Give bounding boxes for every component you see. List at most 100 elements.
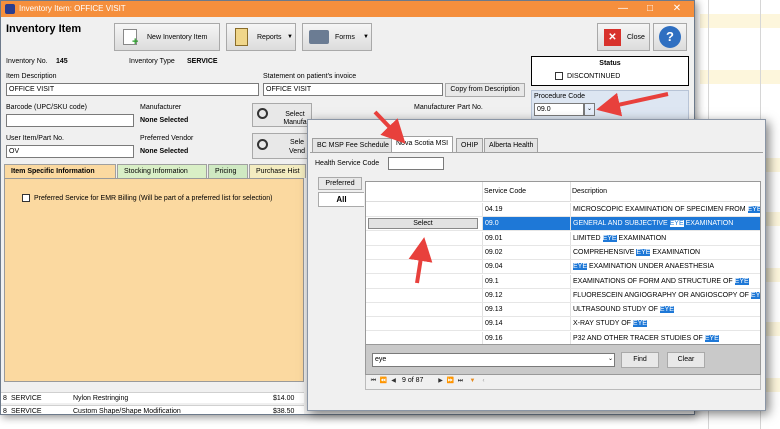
- inventory-no-value: 145: [56, 58, 68, 65]
- search-icon: [257, 108, 268, 119]
- side-tab-all[interactable]: All: [318, 192, 364, 207]
- description-cell: ULTRASOUND STUDY OF EYE: [570, 303, 760, 317]
- previous-page-icon[interactable]: ◀: [389, 377, 398, 386]
- statement-field[interactable]: OFFICE VISIT: [263, 83, 443, 96]
- chevron-down-icon: ▼: [363, 34, 369, 40]
- bg-band: [700, 70, 780, 84]
- scroll-left-icon[interactable]: ‹: [479, 377, 488, 386]
- grid-row[interactable]: 09.16 P32 AND OTHER TRACER STUDIES OF EYE: [366, 331, 760, 344]
- clear-button[interactable]: Clear: [667, 352, 705, 368]
- row-number: 8: [3, 408, 7, 415]
- minimize-button[interactable]: —: [610, 1, 636, 17]
- header-divider: [482, 182, 483, 202]
- select-vendor-button[interactable]: Sele Vend: [252, 133, 308, 159]
- preferred-vendor-value: None Selected: [140, 148, 189, 155]
- tab-bc-msp-fee-schedule[interactable]: BC MSP Fee Schedule: [312, 138, 394, 152]
- app-icon: [5, 4, 15, 14]
- search-highlight: EYE: [632, 320, 647, 328]
- grid-header: Service Code Description: [366, 182, 760, 202]
- title-bar: Inventory Item: OFFICE VISIT — □ ✕: [1, 1, 694, 17]
- description-text: EXAMINATION: [616, 234, 667, 242]
- preferred-service-checkbox[interactable]: [22, 194, 30, 202]
- last-page-icon[interactable]: ⏭: [456, 377, 465, 386]
- item-specific-information-panel: Preferred Service for EMR Billing (Will …: [4, 178, 304, 382]
- item-description-field[interactable]: OFFICE VISIT: [6, 83, 259, 96]
- side-tab-preferred[interactable]: Preferred: [318, 177, 362, 190]
- table-row[interactable]: 8 SERVICE Nylon Restringing $14.00: [1, 392, 304, 403]
- search-input[interactable]: eye: [372, 353, 615, 367]
- forms-button[interactable]: Forms ▼: [302, 23, 372, 51]
- close-icon: ✕: [604, 29, 621, 46]
- page-title: Inventory Item: [6, 23, 82, 35]
- close-button[interactable]: ✕ Close: [597, 23, 650, 51]
- next-set-icon[interactable]: ⏩: [446, 377, 455, 386]
- description-text: MICROSCOPIC EXAMINATION OF SPECIMEN FROM: [573, 206, 748, 213]
- description-cell: EXAMINATIONS OF FORM AND STRUCTURE OF EY…: [570, 274, 760, 288]
- status-box: Status DISCONTINUED: [531, 56, 689, 86]
- reports-label: Reports: [257, 34, 282, 41]
- first-page-icon[interactable]: ⏮: [369, 377, 378, 386]
- grid-row[interactable]: 09.12 FLUORESCEIN ANGIOGRAPHY OR ANGIOSCO…: [366, 288, 760, 303]
- barcode-field[interactable]: [6, 114, 134, 127]
- tab-item-specific-information[interactable]: Item Specific Information: [4, 164, 116, 179]
- description-text: P32 AND OTHER TRACER STUDIES OF: [573, 334, 705, 342]
- grid-row[interactable]: Select 09.0 GENERAL AND SUBJECTIVE EYE EXA…: [366, 217, 760, 232]
- find-button[interactable]: Find: [621, 352, 659, 368]
- description-cell: LIMITED EYE EXAMINATION: [570, 231, 760, 245]
- description-cell: FLUORESCEIN ANGIOGRAPHY OR ANGIOSCOPY OF…: [570, 288, 760, 302]
- description-cell: COMPREHENSIVE EYE EXAMINATION: [570, 245, 760, 259]
- grid-row[interactable]: 09.14 X-RAY STUDY OF EYE: [366, 317, 760, 332]
- select-button[interactable]: Select: [368, 218, 478, 230]
- previous-set-icon[interactable]: ⏪: [379, 377, 388, 386]
- grid-row[interactable]: 04.19 MICROSCOPIC EXAMINATION OF SPECIMEN…: [366, 203, 760, 217]
- row-price: $38.50: [273, 408, 295, 415]
- grid-row[interactable]: 09.13 ULTRASOUND STUDY OF EYE: [366, 303, 760, 318]
- description-text: LIMITED: [573, 234, 603, 242]
- close-window-button[interactable]: ✕: [664, 1, 690, 17]
- row-description: Custom Shape/Shape Modification: [73, 408, 181, 415]
- description-cell: EYE EXAMINATION UNDER ANAESTHESIA: [570, 260, 760, 274]
- next-page-icon[interactable]: ▶: [436, 377, 445, 386]
- search-highlight: EYE: [573, 263, 588, 271]
- table-row[interactable]: 8 SERVICE Custom Shape/Shape Modificatio…: [1, 405, 304, 415]
- column-header-service-code[interactable]: Service Code: [484, 188, 526, 195]
- new-inventory-item-button[interactable]: + New Inventory Item: [114, 23, 220, 51]
- user-item-field[interactable]: OV: [6, 145, 134, 158]
- preferred-service-label: Preferred Service for EMR Billing (Will …: [34, 195, 273, 202]
- tab-ohip[interactable]: OHIP: [456, 138, 484, 152]
- maximize-button[interactable]: □: [637, 1, 663, 17]
- service-code-cell: 09.14: [482, 317, 570, 331]
- grid-row[interactable]: 09.01 LIMITED EYE EXAMINATION: [366, 231, 760, 246]
- search-bar: eye ⌄ Find Clear: [365, 345, 761, 375]
- grid-row[interactable]: 09.02 COMPREHENSIVE EYE EXAMINATION: [366, 245, 760, 260]
- discontinued-label: DISCONTINUED: [567, 73, 621, 80]
- grid-row[interactable]: 09.04 EYE EXAMINATION UNDER ANAESTHESIA: [366, 260, 760, 275]
- tab-alberta-health[interactable]: Alberta Health: [484, 138, 539, 152]
- filter-icon[interactable]: ▼: [468, 377, 477, 386]
- service-code-cell: 09.02: [482, 245, 570, 259]
- reports-button[interactable]: Reports ▼: [226, 23, 296, 51]
- procedure-code-dropdown-button[interactable]: ⌄: [584, 103, 595, 116]
- column-header-description[interactable]: Description: [572, 188, 607, 195]
- close-label: Close: [627, 34, 645, 41]
- grid-row[interactable]: 09.1 EXAMINATIONS OF FORM AND STRUCTURE O…: [366, 274, 760, 289]
- health-service-code-field[interactable]: [388, 157, 444, 170]
- tab-pricing[interactable]: Pricing: [208, 164, 248, 178]
- pager-text: 9 of 87: [402, 377, 424, 384]
- row-description: Nylon Restringing: [73, 395, 129, 402]
- copy-from-description-button[interactable]: Copy from Description: [445, 83, 525, 97]
- row-type: SERVICE: [11, 408, 42, 415]
- search-icon: [257, 139, 268, 150]
- plus-icon: +: [132, 36, 139, 48]
- user-item-label: User Item/Part No.: [6, 135, 64, 142]
- discontinued-checkbox[interactable]: [555, 72, 563, 80]
- barcode-label: Barcode (UPC/SKU code): [6, 104, 87, 111]
- tab-nova-scotia-msi[interactable]: Nova Scotia MSI: [391, 136, 454, 152]
- select-manufacturer-button[interactable]: Select Manufa: [252, 103, 312, 127]
- chevron-down-icon[interactable]: ⌄: [608, 355, 613, 362]
- search-highlight: EYE: [704, 334, 719, 342]
- tab-stocking-information[interactable]: Stocking Information: [117, 164, 207, 178]
- tab-purchase-history[interactable]: Purchase Hist: [249, 164, 306, 178]
- help-button[interactable]: ?: [653, 23, 687, 51]
- procedure-code-field[interactable]: 09.0: [534, 103, 584, 116]
